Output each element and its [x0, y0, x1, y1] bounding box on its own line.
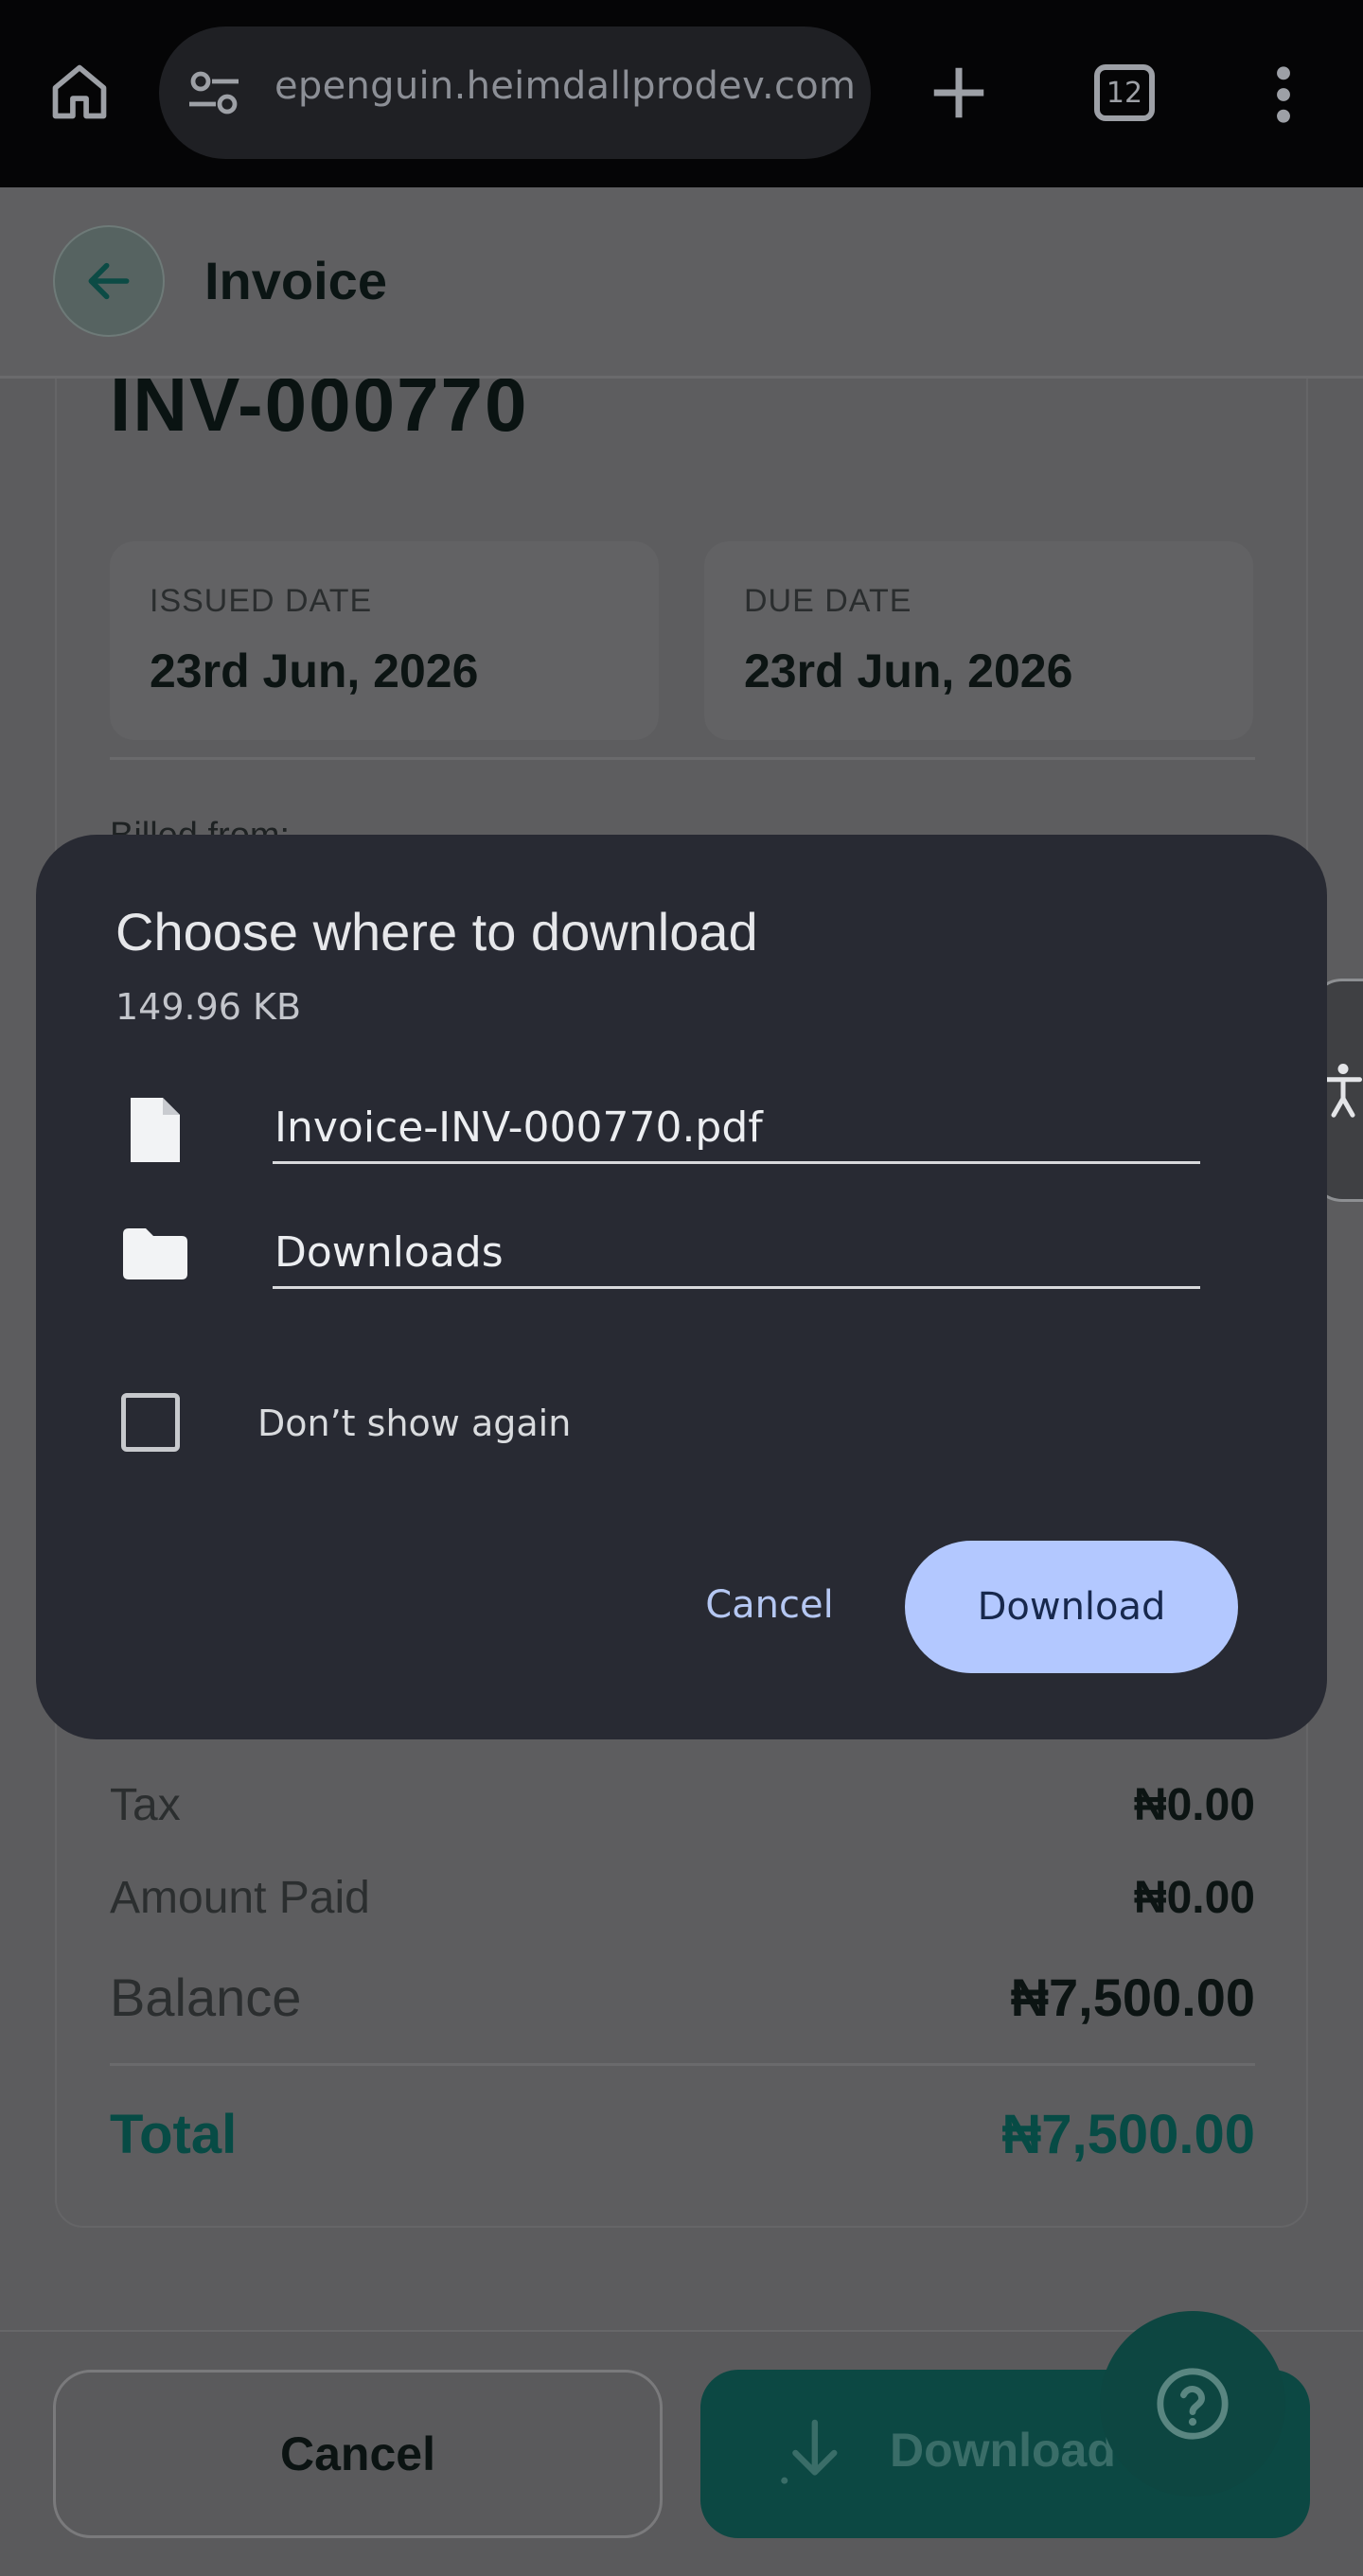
filename-value: Invoice-INV-000770.pdf [274, 1103, 763, 1152]
dialog-cancel-button[interactable]: Cancel [642, 1558, 897, 1652]
amount-paid-value: ₦0.00 [1133, 1873, 1255, 1923]
page-title: Invoice [204, 251, 387, 310]
more-menu-icon[interactable] [1268, 64, 1299, 125]
file-icon [131, 1098, 180, 1162]
address-bar[interactable]: epenguin.heimdallprodev.com [159, 26, 871, 159]
divider [110, 757, 1255, 760]
site-settings-icon[interactable] [186, 68, 242, 117]
total-label: Total [110, 2104, 238, 2165]
browser-toolbar: epenguin.heimdallprodev.com 12 [0, 0, 1363, 187]
total-row: Total ₦7,500.00 [110, 2103, 1255, 2166]
file-size: 149.96 KB [115, 986, 302, 1028]
issued-date-box: ISSUED DATE 23rd Jun, 2026 [110, 541, 659, 740]
issued-date-label: ISSUED DATE [150, 583, 373, 619]
download-button-label: Download [890, 2424, 1116, 2477]
help-button[interactable] [1100, 2311, 1285, 2497]
due-date-label: DUE DATE [744, 583, 912, 619]
issued-date-value: 23rd Jun, 2026 [150, 644, 479, 697]
tax-row: Tax ₦0.00 [110, 1779, 1255, 1831]
new-tab-icon[interactable] [926, 60, 992, 126]
url-text[interactable]: epenguin.heimdallprodev.com [274, 64, 856, 108]
tab-switcher-icon[interactable]: 12 [1094, 64, 1155, 121]
tax-label: Tax [110, 1780, 181, 1830]
folder-icon [123, 1228, 187, 1279]
dont-show-again-checkbox[interactable] [121, 1393, 180, 1452]
download-location-field[interactable]: Downloads [273, 1213, 1200, 1289]
download-icon [781, 2419, 838, 2484]
dialog-download-button[interactable]: Download [905, 1541, 1238, 1673]
balance-row: Balance ₦7,500.00 [110, 1967, 1255, 2028]
dialog-title: Choose where to download [115, 902, 758, 962]
download-dialog: Choose where to download 149.96 KB Invoi… [36, 835, 1327, 1739]
amount-paid-row: Amount Paid ₦0.00 [110, 1872, 1255, 1924]
dont-show-again-label[interactable]: Don’t show again [257, 1403, 571, 1444]
cancel-button[interactable]: Cancel [53, 2370, 663, 2538]
arrow-left-icon [88, 262, 130, 300]
balance-value: ₦7,500.00 [1010, 1967, 1255, 2027]
amount-paid-label: Amount Paid [110, 1873, 370, 1923]
divider [110, 2063, 1255, 2066]
back-button[interactable] [53, 225, 165, 337]
tax-value: ₦0.00 [1133, 1780, 1255, 1830]
download-location-value: Downloads [274, 1228, 504, 1277]
help-icon [1157, 2368, 1229, 2440]
due-date-box: DUE DATE 23rd Jun, 2026 [704, 541, 1253, 740]
total-value: ₦7,500.00 [1001, 2104, 1255, 2165]
balance-label: Balance [110, 1967, 302, 2027]
app-bar: Invoice [0, 187, 1363, 379]
home-icon[interactable] [47, 60, 112, 124]
tab-count: 12 [1106, 76, 1143, 110]
accessibility-icon [1324, 1064, 1362, 1118]
due-date-value: 23rd Jun, 2026 [744, 644, 1073, 697]
filename-field[interactable]: Invoice-INV-000770.pdf [273, 1088, 1200, 1164]
